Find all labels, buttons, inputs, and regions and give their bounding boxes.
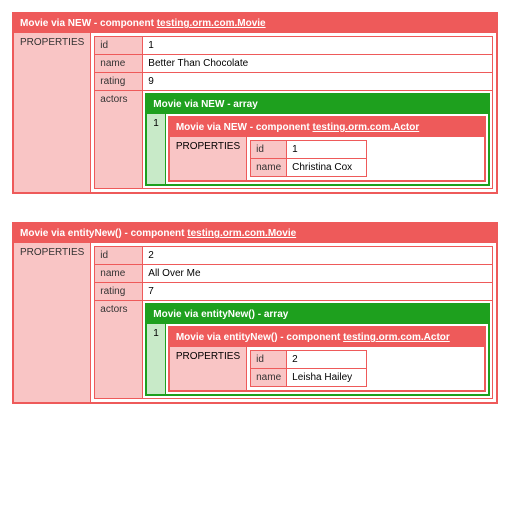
- actor-properties-label: PROPERTIES: [170, 137, 247, 180]
- dump-title-prefix: Movie via entityNew() - component: [20, 228, 187, 239]
- prop-key-name: name: [95, 55, 143, 73]
- actor-properties-content: id 1 name Christina Cox: [247, 137, 484, 180]
- actor-body: PROPERTIES id 1: [170, 137, 484, 180]
- prop-key-id: id: [95, 37, 143, 55]
- actor-properties-content: id 2 name Leisha Hailey: [247, 347, 484, 390]
- properties-label: PROPERTIES: [14, 243, 91, 402]
- prop-val-actors: Movie via NEW - array 1 Movie via NEW - …: [143, 91, 493, 189]
- table-row: name Leisha Hailey: [251, 369, 367, 387]
- actor-val-id: 2: [287, 351, 367, 369]
- prop-val-rating: 9: [143, 73, 493, 91]
- dump-movie-1: Movie via entityNew() - component testin…: [12, 222, 498, 404]
- actor-title-prefix: Movie via entityNew() - component: [176, 332, 343, 343]
- dump-title-prefix: Movie via NEW - component: [20, 18, 157, 29]
- actor-key-id: id: [251, 351, 287, 369]
- properties-table: id 1 name Better Than Chocolate rating 9…: [94, 36, 493, 189]
- actor-key-id: id: [251, 141, 287, 159]
- actor-header: Movie via entityNew() - component testin…: [170, 328, 484, 347]
- table-row: name All Over Me: [95, 265, 493, 283]
- dump-header: Movie via NEW - component testing.orm.co…: [14, 14, 496, 33]
- prop-val-rating: 7: [143, 283, 493, 301]
- table-row: rating 9: [95, 73, 493, 91]
- properties-table: id 2 name All Over Me rating 7 actors Mo…: [94, 246, 493, 399]
- component-link[interactable]: testing.orm.com.Movie: [157, 18, 266, 29]
- prop-val-name: All Over Me: [143, 265, 493, 283]
- table-row: name Christina Cox: [251, 159, 367, 177]
- array-index: 1: [147, 114, 166, 184]
- actor-val-name: Leisha Hailey: [287, 369, 367, 387]
- table-row: id 1: [251, 141, 367, 159]
- actor-header: Movie via NEW - component testing.orm.co…: [170, 118, 484, 137]
- dump-movie-0: Movie via NEW - component testing.orm.co…: [12, 12, 498, 194]
- actor-val-id: 1: [287, 141, 367, 159]
- properties-label: PROPERTIES: [14, 33, 91, 192]
- array-index: 1: [147, 324, 166, 394]
- prop-key-actors: actors: [95, 301, 143, 399]
- prop-key-actors: actors: [95, 91, 143, 189]
- array-header: Movie via entityNew() - array: [147, 305, 488, 324]
- prop-key-id: id: [95, 247, 143, 265]
- prop-val-actors: Movie via entityNew() - array 1 Movie vi…: [143, 301, 493, 399]
- actor-component-link[interactable]: testing.orm.com.Actor: [313, 122, 420, 133]
- prop-key-name: name: [95, 265, 143, 283]
- actor-key-name: name: [251, 159, 287, 177]
- actor-body: PROPERTIES id 2: [170, 347, 484, 390]
- actor-properties-label: PROPERTIES: [170, 347, 247, 390]
- prop-key-rating: rating: [95, 73, 143, 91]
- table-row: name Better Than Chocolate: [95, 55, 493, 73]
- table-row: rating 7: [95, 283, 493, 301]
- array-body: 1 Movie via NEW - component testing.orm.…: [147, 114, 488, 184]
- prop-val-id: 1: [143, 37, 493, 55]
- array-content: Movie via entityNew() - component testin…: [166, 324, 488, 394]
- array-body: 1 Movie via entityNew() - component test…: [147, 324, 488, 394]
- prop-val-id: 2: [143, 247, 493, 265]
- dump-actor: Movie via NEW - component testing.orm.co…: [168, 116, 486, 182]
- properties-content: id 1 name Better Than Chocolate rating 9…: [91, 33, 496, 192]
- actor-component-link[interactable]: testing.orm.com.Actor: [343, 332, 450, 343]
- actors-array: Movie via entityNew() - array 1 Movie vi…: [145, 303, 490, 396]
- table-row: actors Movie via NEW - array 1 Movie via…: [95, 91, 493, 189]
- actors-array: Movie via NEW - array 1 Movie via NEW - …: [145, 93, 490, 186]
- prop-key-rating: rating: [95, 283, 143, 301]
- properties-content: id 2 name All Over Me rating 7 actors Mo…: [91, 243, 496, 402]
- array-content: Movie via NEW - component testing.orm.co…: [166, 114, 488, 184]
- actor-key-name: name: [251, 369, 287, 387]
- table-row: id 1: [95, 37, 493, 55]
- actor-properties-table: id 2 name Leisha Hailey: [250, 350, 367, 387]
- dump-actor: Movie via entityNew() - component testin…: [168, 326, 486, 392]
- actor-val-name: Christina Cox: [287, 159, 367, 177]
- array-header: Movie via NEW - array: [147, 95, 488, 114]
- dump-body: PROPERTIES id 2 name All Over Me rating …: [14, 243, 496, 402]
- table-row: actors Movie via entityNew() - array 1 M…: [95, 301, 493, 399]
- dump-body: PROPERTIES id 1 name Better Than Chocola…: [14, 33, 496, 192]
- table-row: id 2: [251, 351, 367, 369]
- prop-val-name: Better Than Chocolate: [143, 55, 493, 73]
- dump-header: Movie via entityNew() - component testin…: [14, 224, 496, 243]
- table-row: id 2: [95, 247, 493, 265]
- component-link[interactable]: testing.orm.com.Movie: [187, 228, 296, 239]
- actor-properties-table: id 1 name Christina Cox: [250, 140, 367, 177]
- actor-title-prefix: Movie via NEW - component: [176, 122, 313, 133]
